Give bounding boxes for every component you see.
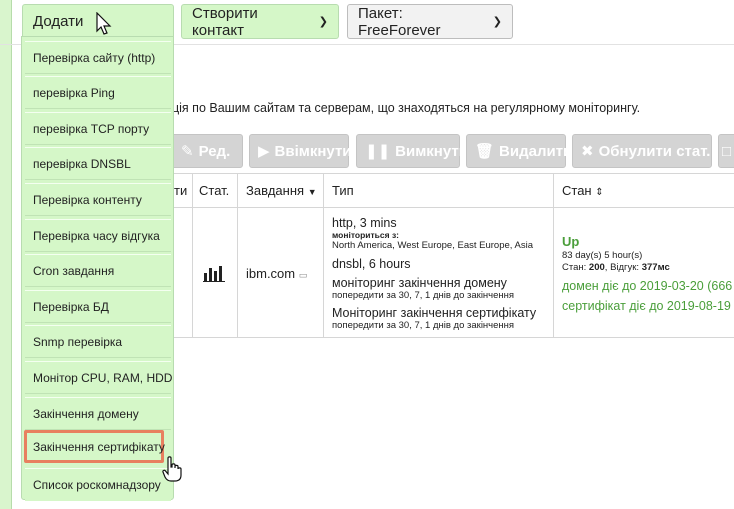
response-label: Відгук: <box>610 262 640 273</box>
stats-chart-icon[interactable] <box>203 264 225 287</box>
task-link[interactable]: ibm.com ▭ <box>246 266 307 281</box>
play-icon: ▶ <box>258 143 270 160</box>
domain-expiry: домен діє до 2019-03-20 (666 <box>562 279 733 293</box>
menu-item-snmp-check[interactable]: Snmp перевірка <box>25 325 171 358</box>
pause-icon: ❚❚ <box>365 143 391 160</box>
column-header-task[interactable]: Завдання ▼ <box>246 183 317 198</box>
external-link-icon: ▭ <box>298 270 308 280</box>
add-button-label: Додати <box>33 13 84 30</box>
extra-button[interactable]: □ <box>718 134 734 168</box>
edit-label: Ред. <box>198 142 231 160</box>
column-header-state-label: Стан <box>562 183 592 198</box>
chevron-down-icon: ❯ <box>492 16 502 28</box>
menu-item-response-time-check[interactable]: Перевірка часу відгука <box>25 219 171 252</box>
menu-item-cert-expiry[interactable]: Закінчення сертифікату <box>24 430 165 463</box>
type-http: http, 3 mins <box>332 216 397 230</box>
reset-stats-label: Обнулити стат. <box>598 142 711 160</box>
uptime-text: 83 day(s) 5 hour(s) <box>562 250 643 261</box>
disable-button[interactable]: ❚❚ Вимкнути <box>356 134 468 168</box>
task-name: ibm.com <box>246 266 296 281</box>
enable-button[interactable]: ▶ Ввімкнути <box>249 134 352 168</box>
menu-item-ping-check[interactable]: перевірка Ping <box>25 76 171 109</box>
add-dropdown-menu: Перевірка сайту (http) перевірка Ping пе… <box>21 36 174 501</box>
export-icon: □ <box>722 142 732 160</box>
type-domain-warn: попередити за 30, 7, 1 днів до закінченн… <box>332 290 515 301</box>
column-header-state[interactable]: Стан ⇕ <box>562 183 604 198</box>
menu-item-dnsbl-check[interactable]: перевірка DNSBL <box>25 147 171 180</box>
package-button[interactable]: Пакет: FreeForever ❯ <box>347 4 513 39</box>
delete-label: Видалити <box>499 142 573 160</box>
column-header-partial: ти <box>174 183 188 198</box>
hand-cursor-icon <box>162 456 182 488</box>
status-up: Up <box>562 234 580 249</box>
info-text: ція по Вашим сайтам та серверам, що знах… <box>172 101 641 115</box>
create-contact-label: Створити контакт <box>192 4 258 39</box>
menu-item-content-check[interactable]: Перевірка контенту <box>25 183 171 216</box>
state-label: Стан: <box>562 262 587 273</box>
type-domain-monitoring: моніторинг закінчення домену <box>332 276 507 290</box>
type-dnsbl: dnsbl, 6 hours <box>332 257 411 271</box>
state-code: 200 <box>588 262 605 273</box>
menu-item-db-check[interactable]: Перевірка БД <box>25 290 171 323</box>
arrow-cursor-icon <box>96 11 112 42</box>
package-label: Пакет: FreeForever <box>358 4 441 39</box>
type-cert-warn: попередити за 30, 7, 1 днів до закінченн… <box>332 320 515 331</box>
table-col-divider <box>237 173 238 338</box>
column-header-task-label: Завдання <box>246 183 305 198</box>
type-monitored-from: North America, West Europe, East Europe,… <box>332 240 534 251</box>
enable-label: Ввімкнути <box>274 142 352 160</box>
disable-label: Вимкнути <box>395 142 468 160</box>
create-contact-button[interactable]: Створити контакт ❯ <box>181 4 339 39</box>
chevron-down-icon: ❯ <box>318 16 328 28</box>
type-cert-monitoring: Моніторинг закінчення сертифікату <box>332 306 537 320</box>
menu-item-cpu-ram-hdd[interactable]: Монітор CPU, RAM, HDD <box>25 361 172 394</box>
state-response-text: Стан: 200, Відгук: 377мс <box>562 262 670 273</box>
sort-icon: ⇕ <box>595 187 604 198</box>
cert-expiry: сертифікат діє до 2019-08-19 <box>562 299 731 313</box>
menu-item-http-check[interactable]: Перевірка сайту (http) <box>25 41 171 74</box>
trash-icon: 🗑 <box>475 143 495 160</box>
close-icon: ✖ <box>581 143 594 160</box>
response-time: 377мс <box>641 262 670 273</box>
type-monitored-from-label: моніториться з: <box>332 230 400 240</box>
menu-item-cron-task[interactable]: Cron завдання <box>25 254 171 287</box>
column-header-type: Тип <box>332 183 354 198</box>
sort-down-icon: ▼ <box>307 187 317 197</box>
table-col-divider <box>323 173 324 338</box>
table-col-divider <box>553 173 554 338</box>
menu-item-domain-expiry[interactable]: Закінчення домену <box>25 397 171 430</box>
column-header-stat: Стат. <box>199 183 230 198</box>
pencil-icon: ✎ <box>181 143 194 160</box>
menu-item-roskomnadzor-list[interactable]: Список роскомнадзору <box>25 468 171 501</box>
sidebar-edge <box>0 0 12 509</box>
menu-item-tcp-check[interactable]: перевірка TCP порту <box>25 112 171 145</box>
delete-button[interactable]: 🗑 Видалити <box>466 134 572 168</box>
reset-stats-button[interactable]: ✖ Обнулити стат. <box>572 134 712 168</box>
table-col-divider <box>192 173 193 338</box>
